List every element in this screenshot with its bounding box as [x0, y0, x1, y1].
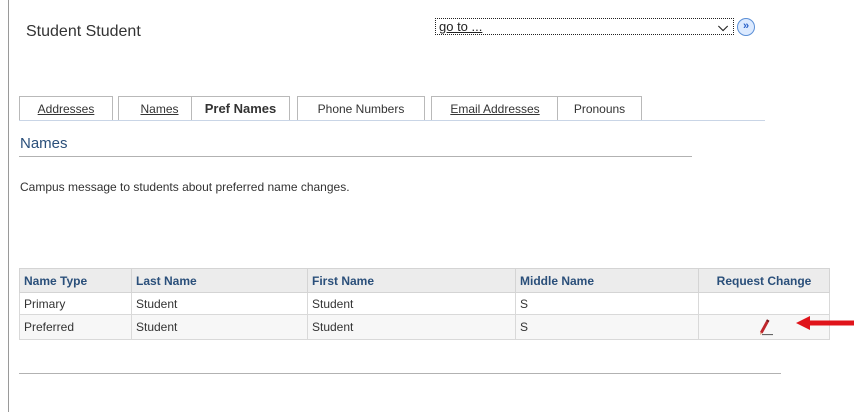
- tab-phone-numbers[interactable]: Phone Numbers: [297, 96, 425, 120]
- goto-go-button[interactable]: »: [737, 18, 755, 36]
- column-header-last-name[interactable]: Last Name: [131, 268, 308, 293]
- tab-addresses[interactable]: Addresses: [19, 96, 113, 120]
- table-row: Preferred Student Student S: [19, 314, 830, 340]
- column-header-middle-name[interactable]: Middle Name: [515, 268, 699, 293]
- column-header-first-name[interactable]: First Name: [307, 268, 516, 293]
- cell-name-type: Preferred: [19, 314, 132, 340]
- tab-label: Pronouns: [573, 102, 626, 116]
- section-divider: [19, 156, 692, 157]
- tab-email-addresses[interactable]: Email Addresses: [431, 96, 559, 120]
- arrow-left-icon: [796, 315, 856, 331]
- tab-names[interactable]: Names: [118, 96, 201, 120]
- tab-pref-names[interactable]: Pref Names: [191, 96, 290, 121]
- cell-request-change: [698, 292, 830, 315]
- cell-middle-name: S: [515, 314, 699, 340]
- names-table: Name Type Last Name First Name Middle Na…: [19, 268, 830, 340]
- left-border: [8, 0, 9, 412]
- cell-last-name: Student: [131, 292, 308, 315]
- double-chevron-right-icon: »: [742, 20, 750, 32]
- bottom-divider: [19, 373, 781, 374]
- cell-first-name: Student: [307, 314, 516, 340]
- page-title: Names: [20, 135, 68, 152]
- column-header-request-change: Request Change: [698, 268, 830, 293]
- tab-label: Email Addresses: [450, 102, 540, 116]
- cell-name-type: Primary: [19, 292, 132, 315]
- student-name: Student Student: [26, 23, 141, 40]
- goto-dropdown[interactable]: go to ... ⌵: [435, 18, 734, 35]
- cell-last-name: Student: [131, 314, 308, 340]
- campus-message: Campus message to students about preferr…: [20, 180, 350, 194]
- table-row: Primary Student Student S: [19, 292, 830, 315]
- tab-label: Pref Names: [204, 101, 277, 116]
- tab-label: Names: [140, 102, 179, 116]
- tab-pronouns[interactable]: Pronouns: [557, 96, 642, 120]
- tab-label: Addresses: [37, 102, 95, 116]
- pencil-icon[interactable]: [753, 318, 775, 336]
- cell-first-name: Student: [307, 292, 516, 315]
- tab-label: Phone Numbers: [317, 102, 405, 116]
- chevron-down-icon: ⌵: [718, 19, 728, 34]
- cell-middle-name: S: [515, 292, 699, 315]
- table-header-row: Name Type Last Name First Name Middle Na…: [19, 268, 830, 293]
- column-header-name-type[interactable]: Name Type: [19, 268, 132, 293]
- goto-dropdown-value: go to ...: [439, 19, 483, 34]
- tab-bar-underline: [19, 120, 765, 121]
